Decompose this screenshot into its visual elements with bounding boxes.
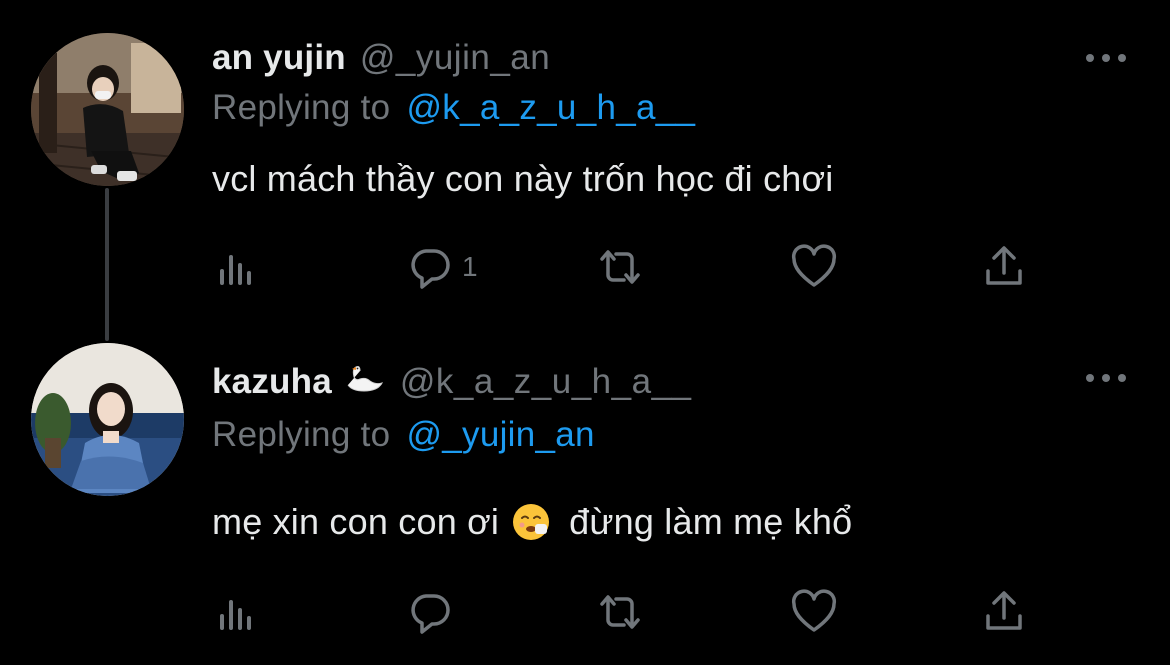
share-icon [986, 246, 1022, 285]
like-button[interactable] [790, 242, 838, 292]
share-icon [986, 591, 1022, 630]
display-name[interactable]: an yujin [212, 38, 346, 78]
tweet-text-before-emoji: mẹ xin con con ơi [212, 501, 500, 542]
tweet-text: vcl mách thầy con này trốn học đi chơi [212, 157, 834, 201]
avatar-yujin[interactable] [31, 33, 184, 186]
tweet-text: mẹ xin con con ơi đừng làm mẹ khổ [212, 498, 852, 546]
tweet-1-header: an yujin @_yujin_an [212, 38, 550, 78]
replying-to-line: Replying to @k_a_z_u_h_a__ [212, 88, 695, 128]
tweet-thread: an yujin @_yujin_an Replying to @k_a_z_u… [0, 0, 1170, 665]
share-button[interactable] [980, 242, 1028, 292]
sneezing-face-icon [511, 502, 551, 542]
more-icon[interactable] [1086, 371, 1126, 385]
heart-icon [791, 589, 837, 632]
reply-button[interactable] [406, 587, 462, 637]
display-name[interactable]: kazuha [212, 362, 332, 402]
reply-icon [411, 249, 450, 289]
retweet-icon [600, 250, 640, 284]
heart-icon [791, 244, 837, 287]
analytics-icon [220, 255, 251, 285]
retweet-button[interactable] [596, 242, 644, 292]
analytics-button[interactable] [212, 242, 260, 292]
retweet-icon [600, 595, 640, 629]
replying-to-label: Replying to [212, 415, 391, 454]
replying-to-mention[interactable]: @_yujin_an [406, 415, 594, 454]
replying-to-line: Replying to @_yujin_an [212, 415, 595, 455]
share-button[interactable] [980, 587, 1028, 637]
reply-button[interactable]: 1 [406, 242, 478, 292]
avatar-kazuha[interactable] [31, 343, 184, 496]
like-button[interactable] [790, 587, 838, 637]
tweet-2-header: kazuha @k_a_z_u_h_a__ [212, 362, 692, 402]
tweet-text-content: vcl mách thầy con này trốn học đi chơi [212, 158, 834, 199]
more-icon[interactable] [1086, 51, 1126, 65]
swan-icon [342, 363, 386, 393]
tweet-1-actions: 1 [0, 242, 1170, 292]
user-handle[interactable]: @_yujin_an [360, 38, 550, 78]
analytics-icon [220, 600, 251, 630]
analytics-button[interactable] [212, 587, 260, 637]
tweet-2-actions [0, 587, 1170, 637]
user-handle[interactable]: @k_a_z_u_h_a__ [400, 362, 692, 402]
tweet-text-after-emoji: đừng làm mẹ khổ [569, 501, 853, 542]
replying-to-mention[interactable]: @k_a_z_u_h_a__ [406, 88, 695, 127]
reply-count: 1 [462, 251, 478, 282]
replying-to-label: Replying to [212, 88, 391, 127]
reply-icon [411, 594, 450, 634]
retweet-button[interactable] [596, 587, 644, 637]
